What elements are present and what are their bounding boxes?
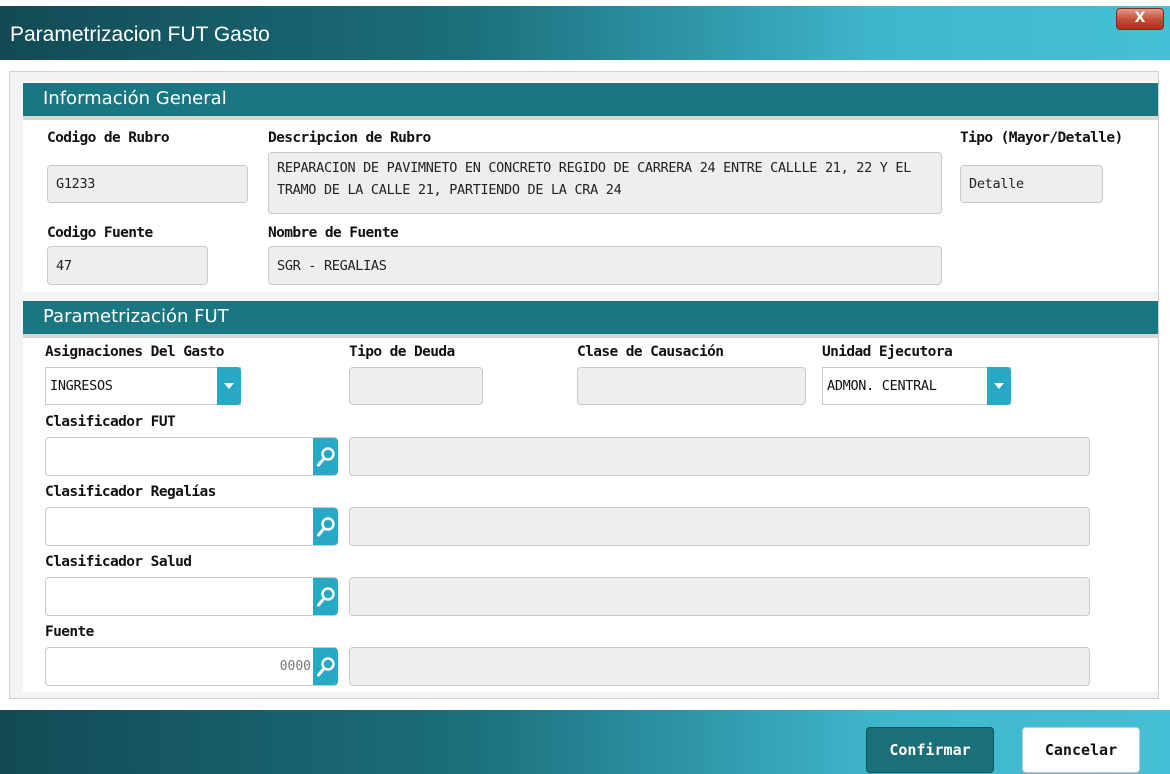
tipo-deuda-label: Tipo de Deuda: [349, 344, 455, 360]
asignaciones-label: Asignaciones Del Gasto: [45, 344, 224, 360]
clasificador-fut-label: Clasificador FUT: [45, 414, 176, 430]
clasificador-salud-description: [349, 577, 1090, 616]
dialog-footer: Confirmar Cancelar: [0, 710, 1170, 774]
clasificador-regalias-search-button[interactable]: [313, 508, 338, 545]
tipo-label: Tipo (Mayor/Detalle): [960, 130, 1123, 146]
close-icon: X: [1134, 10, 1146, 26]
clase-causacion-field: [577, 367, 806, 405]
unidad-ejecutora-label: Unidad Ejecutora: [822, 344, 953, 360]
clasificador-fut-input[interactable]: [45, 437, 338, 476]
search-icon: [316, 446, 335, 466]
section-header-general: Información General: [23, 83, 1158, 120]
nombre-fuente-field: SGR - REGALIAS: [268, 246, 942, 285]
codigo-rubro-label: Codigo de Rubro: [47, 130, 170, 146]
cancel-button[interactable]: Cancelar: [1022, 727, 1140, 773]
descripcion-rubro-label: Descripcion de Rubro: [268, 130, 431, 146]
asignaciones-value: INGRESOS: [50, 378, 113, 394]
asignaciones-select[interactable]: INGRESOS: [45, 367, 241, 405]
tipo-field: Detalle: [960, 165, 1103, 203]
clasificador-regalias-input[interactable]: [45, 507, 338, 546]
clasificador-fut-description: [349, 437, 1090, 476]
fuente-input[interactable]: 0000: [45, 647, 338, 686]
codigo-rubro-field: G1233: [47, 165, 248, 203]
nombre-fuente-label: Nombre de Fuente: [268, 225, 399, 241]
clasificador-regalias-description: [349, 507, 1090, 546]
search-icon: [316, 586, 335, 606]
clase-causacion-label: Clase de Causación: [577, 344, 724, 360]
clasificador-salud-label: Clasificador Salud: [45, 554, 192, 570]
window-title: Parametrizacion FUT Gasto: [10, 23, 270, 46]
descripcion-rubro-field: REPARACION DE PAVIMNETO EN CONCRETO REGI…: [268, 152, 942, 214]
clasificador-salud-input[interactable]: [45, 577, 338, 616]
unidad-ejecutora-value: ADMON. CENTRAL: [827, 378, 937, 394]
unidad-ejecutora-select[interactable]: ADMON. CENTRAL: [822, 367, 1011, 405]
fuente-label: Fuente: [45, 624, 94, 640]
window-titlebar: Parametrizacion FUT Gasto X: [0, 6, 1170, 60]
confirm-button[interactable]: Confirmar: [866, 727, 994, 773]
codigo-fuente-label: Codigo Fuente: [47, 225, 153, 241]
chevron-down-icon[interactable]: [217, 367, 241, 405]
clasificador-salud-search-button[interactable]: [313, 578, 338, 615]
fuente-description: [349, 647, 1090, 686]
clasificador-regalias-label: Clasificador Regalías: [45, 484, 216, 500]
section-header-fut: Parametrización FUT: [23, 301, 1158, 338]
close-button[interactable]: X: [1116, 8, 1164, 30]
codigo-fuente-field: 47: [47, 246, 208, 285]
chevron-down-icon[interactable]: [987, 367, 1011, 405]
tipo-deuda-field: [349, 367, 483, 405]
search-icon: [316, 656, 335, 676]
search-icon: [316, 516, 335, 536]
clasificador-fut-search-button[interactable]: [313, 438, 338, 475]
fuente-search-button[interactable]: [313, 648, 338, 685]
